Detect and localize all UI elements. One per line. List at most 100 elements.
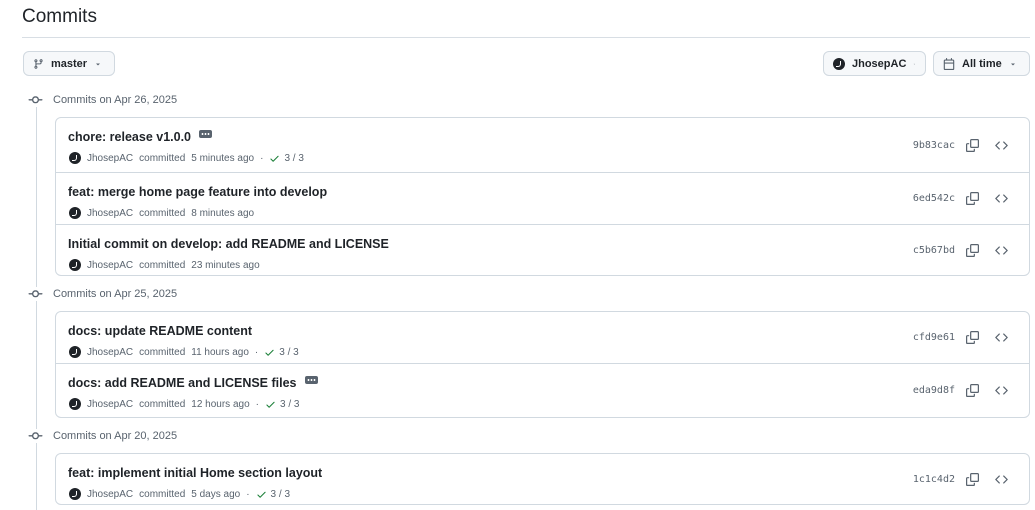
commit-sha-link[interactable]: 1c1c4d2 [913,454,955,504]
triangle-down-icon [914,63,916,64]
copy-icon [965,192,979,205]
commit-group-header: Commits on Apr 25, 2025 [28,287,177,301]
checks-status[interactable]: 3 / 3 [264,347,299,358]
git-commit-icon [28,287,43,301]
page-title: Commits [22,6,97,27]
avatar[interactable] [69,488,81,500]
browse-repo-button[interactable] [993,454,1009,504]
commit-title-link[interactable]: docs: update README content [68,324,252,338]
branch-select-button[interactable]: master [23,51,115,76]
meta-separator: · [260,152,264,164]
code-icon [994,245,1008,255]
avatar[interactable] [69,346,81,358]
title-divider [22,37,1030,38]
kebab-horizontal-icon[interactable] [304,376,318,384]
code-icon [994,194,1008,203]
avatar[interactable] [69,398,81,410]
browse-repo-button[interactable] [993,364,1009,417]
commit-time: 8 minutes ago [191,207,255,219]
commit-group-date: Commits on Apr 20, 2025 [53,430,178,442]
commit-title: docs: add README and LICENSE files [68,376,297,390]
commit-sha-link[interactable]: c5b67bd [913,225,955,275]
git-branch-icon [34,58,43,69]
git-commit-icon [28,93,43,107]
commit-time: 5 days ago [191,488,241,500]
browse-repo-button[interactable] [993,118,1009,172]
commit-title: docs: update README content [68,324,253,338]
check-icon [265,349,274,356]
user-filter-label: JhosepAC [852,57,907,70]
kebab-horizontal-icon[interactable] [199,130,212,138]
commit-title: Initial commit on develop: add README an… [68,237,389,251]
browse-repo-button[interactable] [993,312,1009,363]
commit-sha: eda9d8f [912,385,955,396]
commit-list: docs: update README content JhosepAC commi… [55,311,1030,418]
commit-meta: JhosepAC committed 12 hours ago · 3 / 3 [69,398,299,410]
commit-group-date: Commits on Apr 25, 2025 [53,288,178,300]
commit-title: feat: implement initial Home section lay… [68,466,323,480]
checks-status[interactable]: 3 / 3 [256,489,290,500]
commit-group-header: Commits on Apr 20, 2025 [28,429,177,443]
commit-author[interactable]: JhosepAC [87,208,133,219]
commit-title-link[interactable]: docs: add README and LICENSE files [68,376,318,390]
commit-author[interactable]: JhosepAC [87,153,133,164]
commit-title: feat: merge home page feature into devel… [68,185,328,199]
commit-row: feat: implement initial Home section lay… [56,454,1029,504]
commit-meta: JhosepAC committed 5 days ago · 3 / 3 [69,488,290,500]
copy-icon [965,243,979,257]
code-icon [994,386,1008,395]
copy-sha-button[interactable] [964,312,980,363]
check-icon [266,401,275,408]
commit-title-link[interactable]: feat: implement initial Home section lay… [68,466,322,480]
timeline-line [35,100,37,510]
browse-repo-button[interactable] [993,225,1009,275]
copy-icon [965,138,979,152]
code-icon [994,333,1008,342]
meta-separator: · [254,346,259,358]
copy-icon [965,331,979,344]
copy-sha-button[interactable] [964,454,980,504]
commit-title-link[interactable]: Initial commit on develop: add README an… [68,237,389,251]
commit-action: committed [139,152,186,164]
commit-time: 12 hours ago [191,398,250,410]
commit-row: chore: release v1.0.0 JhosepAC committed 5 … [56,118,1029,172]
commit-author[interactable]: JhosepAC [87,489,133,500]
copy-sha-button[interactable] [964,225,980,275]
user-filter-button[interactable]: JhosepAC [823,51,926,76]
commit-sha-link[interactable]: cfd9e61 [913,312,955,363]
browse-repo-button[interactable] [993,173,1009,224]
commit-sha-link[interactable]: eda9d8f [913,364,955,417]
avatar[interactable] [69,207,81,219]
commit-action: committed [139,207,186,219]
commit-list: feat: implement initial Home section lay… [55,453,1030,505]
commit-time: 23 minutes ago [191,259,260,271]
commit-time: 5 minutes ago [191,152,255,164]
commit-list: chore: release v1.0.0 JhosepAC committed 5 … [55,117,1030,276]
copy-sha-button[interactable] [964,118,980,172]
commit-sha-link[interactable]: 6ed542c [913,173,955,224]
commit-author[interactable]: JhosepAC [87,260,133,271]
copy-icon [965,384,979,397]
branch-select-label: master [51,57,88,70]
commit-action: committed [139,259,186,271]
commit-title-link[interactable]: chore: release v1.0.0 [68,130,212,144]
checks-count: 3 / 3 [280,398,300,410]
commit-row: docs: add README and LICENSE files Jhosep… [56,363,1029,417]
commit-sha-link[interactable]: 9b83cac [913,118,955,172]
copy-sha-button[interactable] [964,173,980,224]
commit-author[interactable]: JhosepAC [87,399,133,410]
commit-meta: JhosepAC committed 23 minutes ago [69,259,260,271]
commit-author[interactable]: JhosepAC [87,347,133,358]
commit-title-link[interactable]: feat: merge home page feature into devel… [68,185,327,199]
checks-status[interactable]: 3 / 3 [269,153,304,164]
avatar[interactable] [69,259,81,271]
checks-status[interactable]: 3 / 3 [265,399,299,410]
commit-group-header: Commits on Apr 26, 2025 [28,93,177,107]
commit-meta: JhosepAC committed 11 hours ago · 3 / 3 [69,346,299,358]
triangle-down-icon [96,63,100,65]
copy-sha-button[interactable] [964,364,980,417]
time-filter-label: All time [962,57,1002,70]
avatar[interactable] [69,152,81,164]
time-filter-button[interactable]: All time [933,51,1030,76]
triangle-down-icon [1010,63,1015,65]
